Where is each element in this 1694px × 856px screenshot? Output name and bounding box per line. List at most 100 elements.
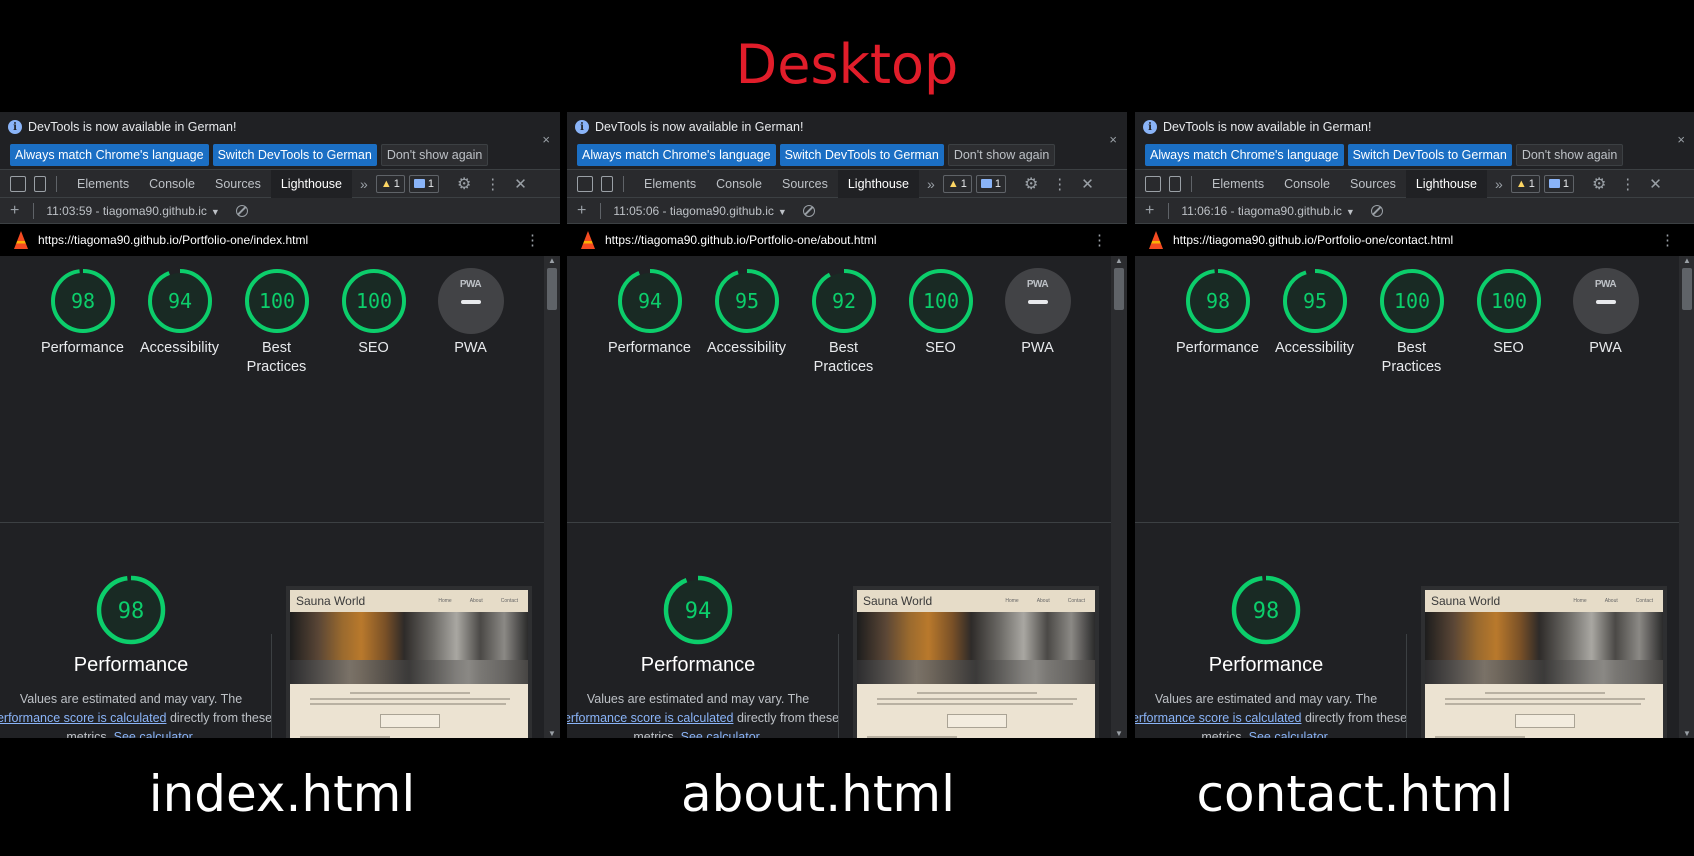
tab-console[interactable]: Console xyxy=(139,170,205,198)
switch-german-button[interactable]: Switch DevTools to German xyxy=(212,144,377,166)
scroll-up-icon[interactable]: ▲ xyxy=(1115,256,1123,265)
device-toolbar-icon[interactable] xyxy=(34,175,46,192)
pwa-gauge[interactable]: PWA PWA xyxy=(989,268,1086,377)
dont-show-again-button[interactable]: Don't show again xyxy=(380,144,489,166)
new-report-icon[interactable]: + xyxy=(1145,202,1154,220)
clear-reports-icon[interactable] xyxy=(235,204,248,217)
close-icon[interactable]: × xyxy=(1677,132,1685,147)
gear-icon[interactable]: ⚙ xyxy=(1592,174,1606,194)
score-gauge[interactable]: 95 Accessibility xyxy=(698,268,795,377)
dont-show-again-button[interactable]: Don't show again xyxy=(947,144,1056,166)
pwa-gauge[interactable]: PWA PWA xyxy=(422,268,519,377)
report-scrollbar[interactable]: ▲ ▼ xyxy=(1111,256,1127,738)
report-menu-icon[interactable]: ⋮ xyxy=(525,231,540,249)
dont-show-again-button[interactable]: Don't show again xyxy=(1515,144,1624,166)
inspect-element-icon[interactable] xyxy=(577,175,593,192)
report-selector[interactable]: 11:05:06 - tiagoma90.github.ic ▼ xyxy=(613,204,786,218)
see-calculator-link[interactable]: See calculator. xyxy=(1249,730,1331,738)
close-devtools-icon[interactable]: ✕ xyxy=(1081,175,1094,193)
tab-elements[interactable]: Elements xyxy=(67,170,139,198)
warnings-badge[interactable]: ▲ 1 xyxy=(1510,174,1540,193)
match-language-button[interactable]: Always match Chrome's language xyxy=(10,144,209,166)
scroll-down-icon[interactable]: ▼ xyxy=(1683,729,1691,738)
more-tabs-icon[interactable]: » xyxy=(360,176,368,192)
messages-badge[interactable]: 1 xyxy=(408,174,439,193)
pwa-gauge[interactable]: PWA PWA xyxy=(1557,268,1654,377)
score-gauge[interactable]: 95 Accessibility xyxy=(1266,268,1363,377)
tab-sources[interactable]: Sources xyxy=(205,170,271,198)
warnings-badge[interactable]: ▲ 1 xyxy=(942,174,972,193)
score-gauge[interactable]: 100 SEO xyxy=(892,268,989,377)
tab-console[interactable]: Console xyxy=(706,170,772,198)
switch-german-button[interactable]: Switch DevTools to German xyxy=(779,144,944,166)
tab-sources[interactable]: Sources xyxy=(1340,170,1406,198)
tab-lighthouse[interactable]: Lighthouse xyxy=(270,169,353,198)
device-toolbar-icon[interactable] xyxy=(1169,175,1181,192)
scroll-thumb[interactable] xyxy=(547,268,557,310)
close-icon[interactable]: × xyxy=(1109,132,1117,147)
gear-icon[interactable]: ⚙ xyxy=(1024,174,1038,194)
report-selector[interactable]: 11:03:59 - tiagoma90.github.ic ▼ xyxy=(46,204,219,218)
kebab-menu-icon[interactable]: ⋮ xyxy=(1052,175,1067,193)
warnings-badge[interactable]: ▲ 1 xyxy=(375,174,405,193)
see-calculator-link[interactable]: See calculator. xyxy=(681,730,763,738)
tab-lighthouse[interactable]: Lighthouse xyxy=(1405,169,1488,198)
score-gauge[interactable]: 94 Performance xyxy=(601,268,698,377)
tab-lighthouse[interactable]: Lighthouse xyxy=(837,169,920,198)
score-calculated-link[interactable]: performance score is calculated xyxy=(567,711,733,725)
device-toolbar-icon[interactable] xyxy=(601,175,613,192)
scroll-down-icon[interactable]: ▼ xyxy=(1115,729,1123,738)
page-screenshot[interactable]: Sauna World Home About Contact xyxy=(286,586,532,738)
lighthouse-logo-icon xyxy=(1149,231,1163,249)
gear-icon[interactable]: ⚙ xyxy=(457,174,471,194)
score-gauge[interactable]: 98 Performance xyxy=(34,268,131,377)
kebab-menu-icon[interactable]: ⋮ xyxy=(1620,175,1635,193)
new-report-icon[interactable]: + xyxy=(577,202,586,220)
close-devtools-icon[interactable]: ✕ xyxy=(1649,175,1662,193)
kebab-menu-icon[interactable]: ⋮ xyxy=(485,175,500,193)
clear-reports-icon[interactable] xyxy=(1370,204,1383,217)
match-language-button[interactable]: Always match Chrome's language xyxy=(1145,144,1344,166)
close-icon[interactable]: × xyxy=(542,132,550,147)
page-screenshot[interactable]: Sauna World Home About Contact xyxy=(1421,586,1667,738)
performance-gauge: 98 xyxy=(96,575,166,645)
tab-elements[interactable]: Elements xyxy=(634,170,706,198)
score-gauge[interactable]: 100 Best Practices xyxy=(1363,268,1460,377)
report-selector[interactable]: 11:06:16 - tiagoma90.github.ic ▼ xyxy=(1181,204,1354,218)
score-calculated-link[interactable]: performance score is calculated xyxy=(0,711,166,725)
scroll-down-icon[interactable]: ▼ xyxy=(548,729,556,738)
warnings-count: 1 xyxy=(393,177,400,190)
more-tabs-icon[interactable]: » xyxy=(1495,176,1503,192)
messages-badge[interactable]: 1 xyxy=(1543,174,1574,193)
score-gauge-ring: 100 xyxy=(244,269,309,333)
switch-german-button[interactable]: Switch DevTools to German xyxy=(1347,144,1512,166)
score-gauge[interactable]: 100 Best Practices xyxy=(228,268,325,377)
report-scrollbar[interactable]: ▲ ▼ xyxy=(544,256,560,738)
scroll-up-icon[interactable]: ▲ xyxy=(548,256,556,265)
new-report-icon[interactable]: + xyxy=(10,202,19,220)
scroll-up-icon[interactable]: ▲ xyxy=(1683,256,1691,265)
report-scrollbar[interactable]: ▲ ▼ xyxy=(1679,256,1694,738)
score-calculated-link[interactable]: performance score is calculated xyxy=(1135,711,1301,725)
inspect-element-icon[interactable] xyxy=(10,175,26,192)
clear-reports-icon[interactable] xyxy=(802,204,815,217)
more-tabs-icon[interactable]: » xyxy=(927,176,935,192)
page-screenshot[interactable]: Sauna World Home About Contact xyxy=(853,586,1099,738)
tab-elements[interactable]: Elements xyxy=(1202,170,1274,198)
score-gauge[interactable]: 100 SEO xyxy=(1460,268,1557,377)
report-menu-icon[interactable]: ⋮ xyxy=(1660,231,1675,249)
tab-sources[interactable]: Sources xyxy=(772,170,838,198)
tab-console[interactable]: Console xyxy=(1274,170,1340,198)
messages-badge[interactable]: 1 xyxy=(975,174,1006,193)
see-calculator-link[interactable]: See calculator. xyxy=(114,730,196,738)
score-gauge[interactable]: 100 SEO xyxy=(325,268,422,377)
score-gauge[interactable]: 94 Accessibility xyxy=(131,268,228,377)
score-gauge[interactable]: 92 Best Practices xyxy=(795,268,892,377)
scroll-thumb[interactable] xyxy=(1114,268,1124,310)
match-language-button[interactable]: Always match Chrome's language xyxy=(577,144,776,166)
inspect-element-icon[interactable] xyxy=(1145,175,1161,192)
close-devtools-icon[interactable]: ✕ xyxy=(514,175,527,193)
score-gauge[interactable]: 98 Performance xyxy=(1169,268,1266,377)
report-menu-icon[interactable]: ⋮ xyxy=(1092,231,1107,249)
scroll-thumb[interactable] xyxy=(1682,268,1692,310)
